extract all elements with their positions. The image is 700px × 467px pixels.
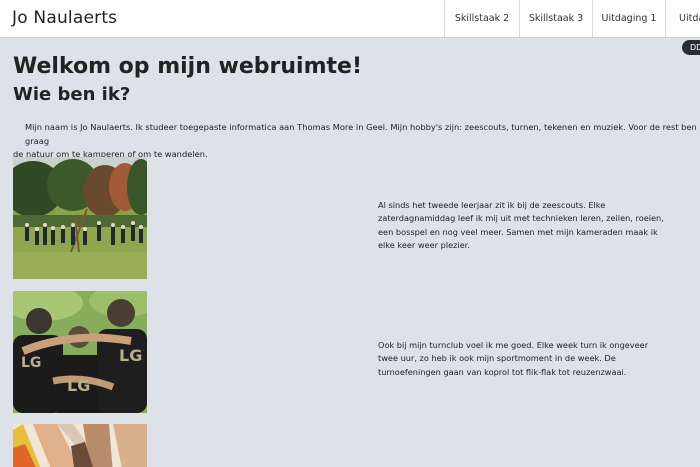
gym-club-photo: LG LG LG <box>13 291 147 413</box>
gym-club-paragraph: Ook bij mijn turnclub voel ik me goed. E… <box>378 340 649 377</box>
scouts-paragraph: Al sinds het tweede leerjaar zit ik bij … <box>378 200 664 251</box>
site-brand[interactable]: Jo Naulaerts <box>12 8 117 28</box>
intro-line-1: Mijn naam is Jo Naulaerts. Ik studeer to… <box>25 122 700 146</box>
colored-pencils-illustration <box>13 424 147 467</box>
nav-link-uitdaging-1[interactable]: Uitdaging 1 <box>592 0 665 37</box>
page-title: Welkom op mijn webruimte! <box>13 54 362 79</box>
nav-link-skillstaak-2[interactable]: Skillstaak 2 <box>444 0 519 37</box>
section-heading: Wie ben ik? <box>13 84 131 105</box>
shirt-logo-2: LG <box>67 376 90 395</box>
dark-badge[interactable]: DD <box>682 40 700 55</box>
nav-link-skillstaak-3[interactable]: Skillstaak 3 <box>519 0 592 37</box>
shirt-logo-1: LG <box>21 355 41 371</box>
colored-pencils-photo <box>13 424 147 467</box>
nav-link-uitdaging-2[interactable]: Uitda <box>665 0 700 37</box>
intro-paragraph: Mijn naam is Jo Naulaerts. Ik studeer to… <box>13 121 700 162</box>
scouts-photo <box>13 157 147 279</box>
shirt-logo-3: LG <box>119 346 142 365</box>
scouts-photo-illustration <box>13 157 147 279</box>
gym-club-photo-illustration: LG LG LG <box>13 291 147 413</box>
top-navbar: Jo Naulaerts Skillstaak 2 Skillstaak 3 U… <box>0 0 700 38</box>
